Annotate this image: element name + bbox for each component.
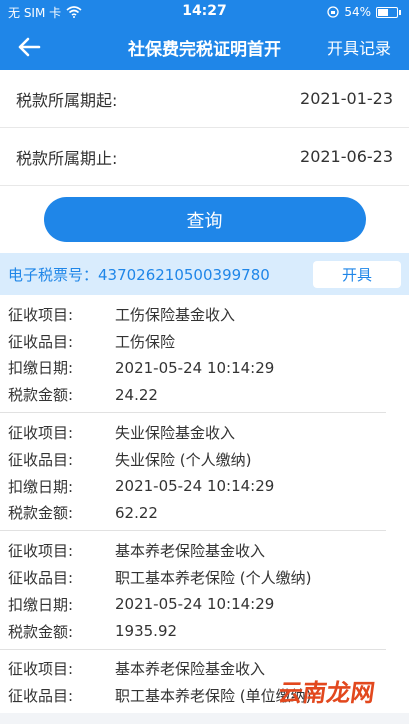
period-end-label: 税款所属期止: [16,148,118,168]
record-label: 征收品目: [8,687,74,706]
record-row: 税款金额: 62.22 [0,500,386,527]
record-label: 扣缴日期: [8,359,74,378]
record-label: 征收品目: [8,450,74,469]
period-start-label: 税款所属期起: [16,90,118,110]
record-value: 2021-05-24 10:14:29 [115,477,275,496]
battery-percent: 54% [344,5,371,19]
record-row: 征收项目: 工伤保险基金收入 [0,301,386,328]
wifi-icon [66,6,82,18]
status-bar: 无 SIM 卡 14:27 54% [0,0,409,24]
record-label: 税款金额: [8,386,74,405]
battery-tip [399,9,401,15]
record-row: 税款金额: 24.22 [0,381,386,408]
record-row: 征收品目: 失业保险 (个人缴纳) [0,446,386,473]
record-value: 职工基本养老保险 (个人缴纳) [115,569,312,588]
record-item: 征收项目: 失业保险基金收入 征收品目: 失业保险 (个人缴纳) 扣缴日期: 2021… [0,413,386,532]
record-value: 62.22 [115,503,158,522]
period-start-row[interactable]: 税款所属期起: 2021-01-23 [0,70,409,128]
record-label: 征收项目: [8,424,74,443]
record-row: 征收品目: 工伤保险 [0,328,386,355]
record-label: 征收品目: [8,569,74,588]
record-label: 税款金额: [8,622,74,641]
record-value: 1935.92 [115,622,178,641]
record-label: 扣缴日期: [8,477,74,496]
record-value: 工伤保险基金收入 [115,305,236,324]
nav-bar: 社保费完税证明首开 开具记录 [0,24,409,70]
carrier-text: 无 SIM 卡 [8,5,62,20]
record-value: 工伤保险 [115,332,176,351]
record-item: 征收项目: 工伤保险基金收入 征收品目: 工伤保险 扣缴日期: 2021-05-24 … [0,295,386,414]
record-label: 征收项目: [8,660,74,679]
record-item: 征收项目: 基本养老保险基金收入 征收品目: 职工基本养老保险 (个人缴纳) 扣缴日… [0,531,386,650]
record-label: 征收品目: [8,332,74,351]
record-row: 征收项目: 基本养老保险基金收入 [0,537,386,564]
query-section: 查询 [0,186,409,253]
record-row: 征收项目: 失业保险基金收入 [0,419,386,446]
site-watermark: 云南龙网 [276,679,377,707]
status-left: 无 SIM 卡 [8,4,82,21]
record-value: 基本养老保险基金收入 [115,542,266,561]
record-row: 税款金额: 1935.92 [0,618,386,645]
record-label: 征收项目: [8,305,74,324]
battery-icon [376,6,398,18]
ticket-bar: 电子税票号：437026210500399780 开具 [0,253,409,295]
record-label: 扣缴日期: [8,595,74,614]
record-value: 2021-05-24 10:14:29 [115,595,275,614]
issue-button[interactable]: 开具 [313,260,401,288]
record-row: 征收品目: 职工基本养老保险 (个人缴纳) [0,564,386,591]
record-row: 扣缴日期: 2021-05-24 10:14:29 [0,473,386,500]
record-value: 失业保险 (个人缴纳) [115,450,252,469]
record-label: 征收项目: [8,542,74,561]
record-row: 扣缴日期: 2021-05-24 10:14:29 [0,355,386,382]
record-value: 2021-05-24 10:14:29 [115,358,275,377]
record-list: 征收项目: 工伤保险基金收入 征收品目: 工伤保险 扣缴日期: 2021-05-24 … [0,295,409,714]
status-right: 54% [327,5,401,19]
record-row: 扣缴日期: 2021-05-24 10:14:29 [0,591,386,618]
issue-records-link[interactable]: 开具记录 [327,35,391,59]
query-button[interactable]: 查询 [43,197,366,242]
header: 无 SIM 卡 14:27 54% 社保费完税证明首开 开具记录 [0,0,409,70]
record-value: 24.22 [115,385,158,404]
period-start-value[interactable]: 2021-01-23 [300,89,393,108]
record-value: 失业保险基金收入 [115,424,236,443]
period-end-row[interactable]: 税款所属期止: 2021-06-23 [0,128,409,186]
record-label: 税款金额: [8,504,74,523]
period-end-value[interactable]: 2021-06-23 [300,147,393,166]
rotation-lock-icon [327,6,339,18]
ticket-number: 电子税票号：437026210500399780 [8,265,270,284]
